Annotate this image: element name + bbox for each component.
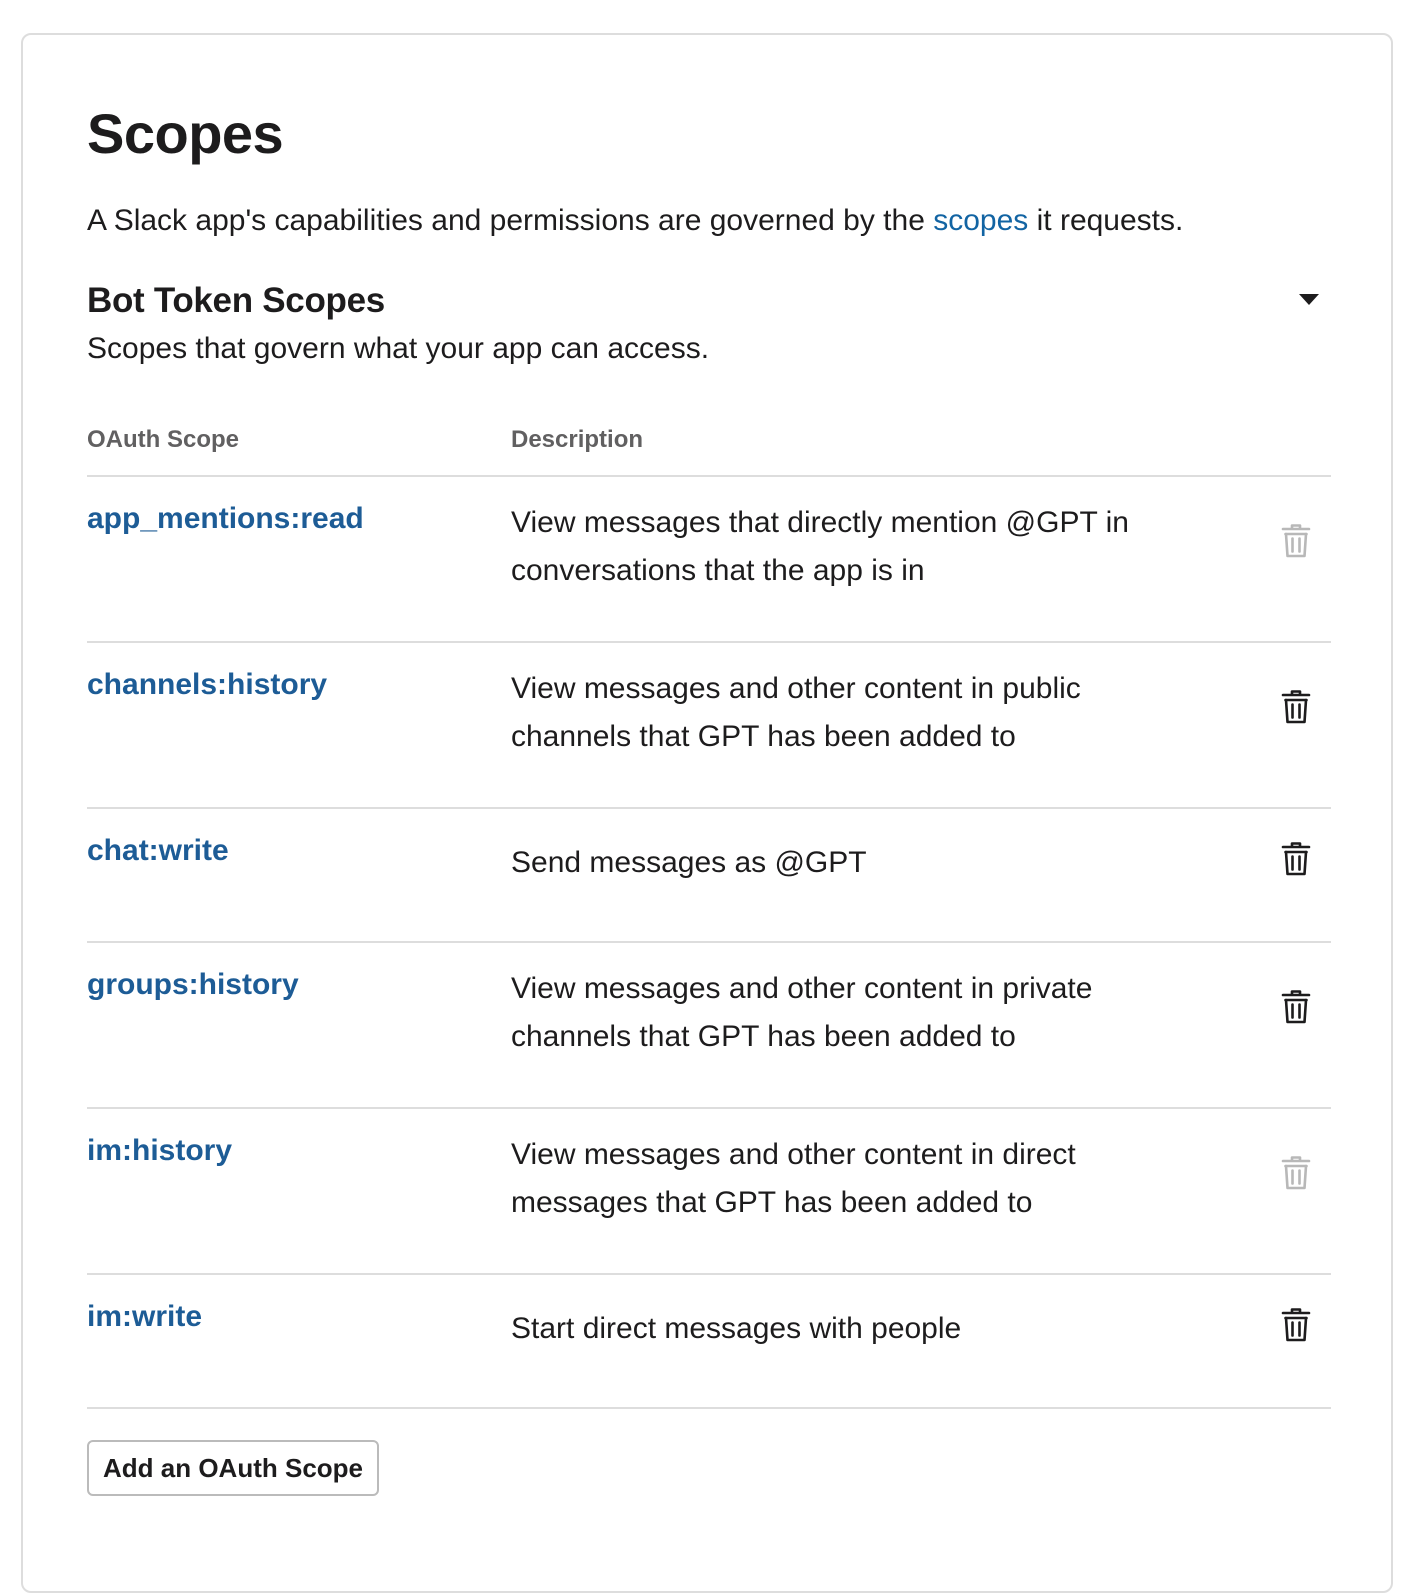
scope-description: Send messages as @GPT — [511, 846, 867, 879]
trash-icon[interactable] — [1281, 689, 1311, 725]
scope-description: View messages and other content in priva… — [511, 972, 1093, 1053]
table-row: im:write Start direct messages with peop… — [87, 1275, 1331, 1409]
column-header-description: Description — [511, 426, 644, 453]
caret-down-icon[interactable] — [1299, 294, 1319, 305]
table-row: chat:write Send messages as @GPT — [87, 809, 1331, 943]
table-row: im:history View messages and other conte… — [87, 1109, 1331, 1275]
bot-token-scopes-header: Bot Token Scopes — [87, 279, 1331, 323]
scope-description: View messages and other content in direc… — [511, 1138, 1076, 1219]
scope-name-link[interactable]: im:history — [87, 1131, 232, 1171]
scopes-table: OAuth Scope Description app_mentions:rea… — [87, 420, 1331, 1409]
trash-icon[interactable] — [1281, 841, 1311, 877]
trash-icon[interactable] — [1281, 523, 1311, 559]
section-title: Bot Token Scopes — [87, 281, 385, 320]
section-subtitle: Scopes that govern what your app can acc… — [87, 332, 710, 365]
scope-name-link[interactable]: groups:history — [87, 965, 299, 1005]
scopes-card: Scopes A Slack app's capabilities and pe… — [21, 33, 1393, 1593]
table-header: OAuth Scope Description — [87, 420, 1331, 477]
column-header-scope: OAuth Scope — [87, 426, 240, 453]
table-row: groups:history View messages and other c… — [87, 943, 1331, 1109]
scope-name-link[interactable]: chat:write — [87, 831, 229, 871]
page-title: Scopes — [87, 102, 284, 165]
trash-icon[interactable] — [1281, 1307, 1311, 1343]
trash-icon[interactable] — [1281, 1155, 1311, 1191]
scope-name-link[interactable]: im:write — [87, 1297, 202, 1337]
scope-name-link[interactable]: app_mentions:read — [87, 499, 364, 539]
scope-description: View messages and other content in publi… — [511, 672, 1081, 753]
intro-text: A Slack app's capabilities and permissio… — [87, 201, 1183, 241]
scope-name-link[interactable]: channels:history — [87, 665, 327, 705]
trash-icon[interactable] — [1281, 989, 1311, 1025]
scope-description: Start direct messages with people — [511, 1312, 962, 1345]
intro-text-after: it requests. — [1028, 204, 1184, 237]
table-row: app_mentions:read View messages that dir… — [87, 477, 1331, 643]
scopes-link[interactable]: scopes — [933, 204, 1028, 237]
table-row: channels:history View messages and other… — [87, 643, 1331, 809]
scope-description: View messages that directly mention @GPT… — [511, 506, 1129, 587]
intro-text-before: A Slack app's capabilities and permissio… — [87, 204, 934, 237]
add-oauth-scope-button[interactable]: Add an OAuth Scope — [87, 1440, 379, 1496]
